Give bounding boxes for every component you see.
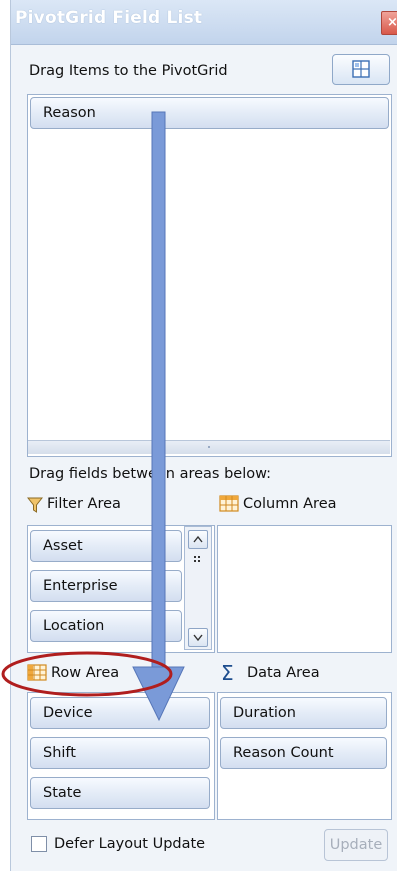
annotation-overlay [1,111,185,722]
drag-arrow [132,111,185,722]
